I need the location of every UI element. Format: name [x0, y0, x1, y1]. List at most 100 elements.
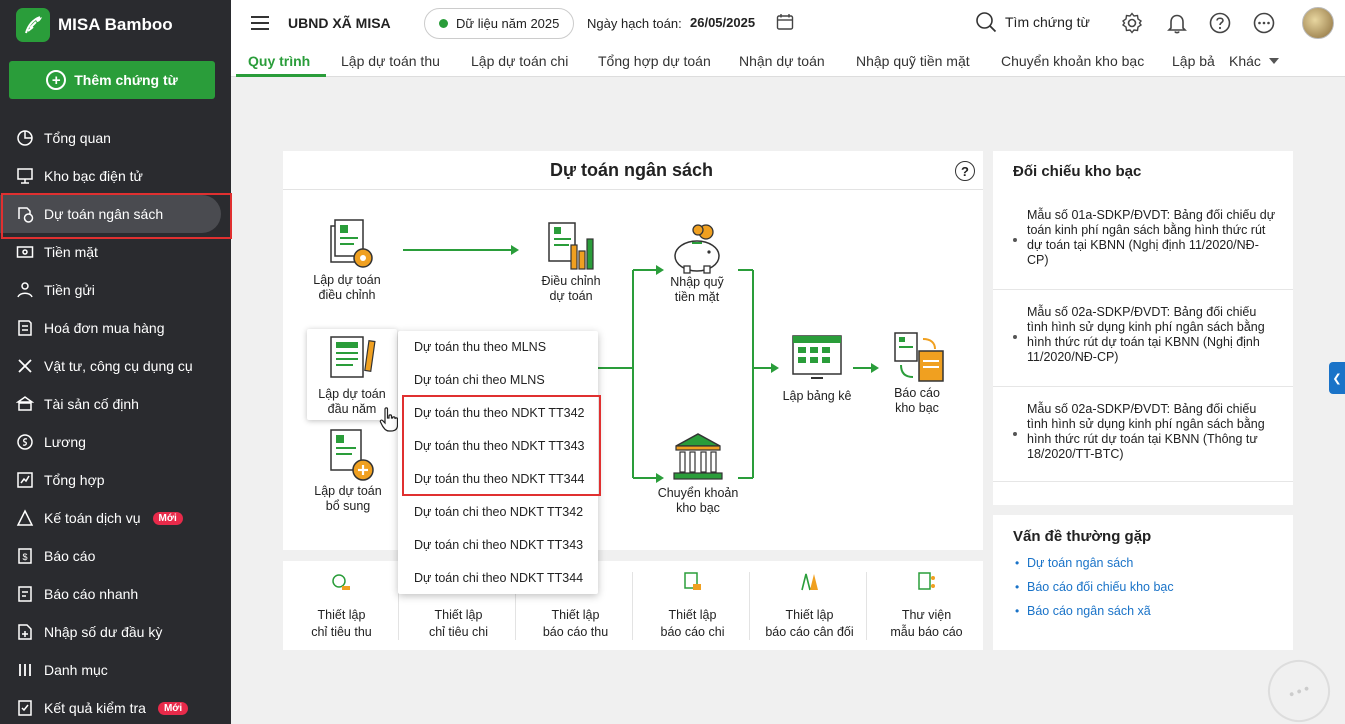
organization-name[interactable]: UBND XÃ MISA: [288, 15, 391, 31]
chevron-down-icon[interactable]: [1269, 57, 1279, 65]
opening-balance-icon: [18, 624, 32, 640]
setup-item[interactable]: Thiết lập báo cáo chi: [634, 570, 751, 641]
service-icon: [16, 509, 34, 526]
tab-6[interactable]: Chuyển khoản kho bạc: [1001, 53, 1144, 69]
page-title: Dự toán ngân sách: [550, 160, 714, 180]
faq-link[interactable]: Dự toán ngân sách: [1027, 556, 1133, 570]
tab-0[interactable]: Quy trình: [248, 53, 310, 69]
sidebar-item-tools[interactable]: Vật tư, công cụ dụng cụ: [0, 347, 231, 385]
tab-8[interactable]: Khác: [1229, 53, 1261, 69]
sidebar-item-pie-chart[interactable]: Tổng quan: [0, 119, 231, 157]
salary-icon: [17, 434, 33, 450]
help-icon[interactable]: [1209, 12, 1231, 34]
sidebar-nav: Tổng quan Kho bạc điện tử Dự toán ngân sác…: [0, 119, 232, 724]
sidebar-item-label: Kết quả kiểm tra: [44, 700, 146, 716]
sidebar-item-report[interactable]: $ Báo cáo: [0, 537, 231, 575]
add-voucher-button[interactable]: + Thêm chứng từ: [9, 61, 215, 99]
recon-divider: [993, 481, 1293, 482]
monitor-icon: [17, 168, 33, 184]
tab-2[interactable]: Lập dự toán chi: [471, 53, 568, 69]
sidebar-item-deposit[interactable]: Tiền gửi: [0, 271, 231, 309]
calendar-icon[interactable]: [776, 13, 794, 31]
app-name: MISA Bamboo: [58, 15, 173, 34]
supplement-plan-label[interactable]: Lập dự toán bổ sung: [303, 484, 393, 514]
sidebar-item-quick-report[interactable]: Báo cáo nhanh: [0, 575, 231, 613]
bullet-icon: •: [1015, 580, 1020, 594]
sidebar-item-monitor[interactable]: Kho bạc điện tử: [0, 157, 231, 195]
sidebar-item-salary[interactable]: Lương: [0, 423, 231, 461]
sidebar-item-catalog[interactable]: Danh mục: [0, 651, 231, 689]
adjust-plan-label[interactable]: Lập dự toán điều chỉnh: [303, 273, 391, 303]
bullet-icon: [1013, 432, 1017, 436]
report-icon: $: [18, 548, 32, 564]
sidebar-item-check-result[interactable]: Kết quả kiểm tra Mới: [0, 689, 231, 724]
tab-1[interactable]: Lập dự toán thu: [341, 53, 440, 69]
menu-icon[interactable]: [251, 15, 269, 31]
tab-4[interactable]: Nhận dự toán: [739, 53, 825, 69]
faq-link[interactable]: Báo cáo đối chiếu kho bạc: [1027, 580, 1174, 594]
statement-sheet-icon[interactable]: [791, 334, 843, 382]
tab-5[interactable]: Nhập quỹ tiền mặt: [856, 53, 970, 69]
transfer-label[interactable]: Chuyển khoản kho bạc: [650, 486, 746, 516]
avatar[interactable]: [1302, 7, 1334, 39]
setup-item-icon: [331, 574, 350, 590]
tab-7[interactable]: Lập bả: [1172, 53, 1215, 69]
recon-report-item[interactable]: Mẫu số 01a-SDKP/ĐVDT: Bảng đối chiếu dự …: [1027, 208, 1277, 268]
gear-icon[interactable]: [1121, 12, 1143, 34]
budget-adjust-icon[interactable]: [545, 221, 597, 271]
sidebar-item-service[interactable]: Kế toán dịch vụ Mới: [0, 499, 231, 537]
recon-report-item[interactable]: Mẫu số 02a-SDKP/ĐVDT: Bảng đối chiếu tìn…: [1027, 402, 1277, 462]
search-vouchers[interactable]: Tìm chứng từ: [975, 11, 1090, 33]
sidebar-item-summary[interactable]: Tổng hợp: [0, 461, 231, 499]
annual-plan-doc-icon: [330, 336, 376, 378]
dropdown-item[interactable]: Dự toán chi theo NDKT TT344: [414, 571, 583, 585]
sidebar-item-label: Tổng quan: [44, 130, 111, 146]
treasury-report-label[interactable]: Báo cáo kho bạc: [872, 386, 962, 416]
sidebar-item-budget[interactable]: Dự toán ngân sách: [0, 193, 232, 239]
app-logo[interactable]: MISA Bamboo: [16, 8, 173, 42]
treasury-bank-icon[interactable]: [672, 432, 724, 482]
quick-report-icon: [18, 586, 32, 602]
cash-in-label[interactable]: Nhập quỹ tiền mặt: [653, 275, 741, 305]
supplement-plan-doc-icon[interactable]: [327, 428, 377, 482]
dropdown-item[interactable]: Dự toán chi theo NDKT TT342: [414, 505, 583, 519]
dropdown-item[interactable]: Dự toán chi theo MLNS: [414, 373, 545, 387]
recon-report-item[interactable]: Mẫu số 02a-SDKP/ĐVDT: Bảng đối chiếu tìn…: [1027, 305, 1277, 365]
statement-label[interactable]: Lập bảng kê: [772, 389, 862, 404]
bullet-icon: •: [1015, 556, 1020, 570]
adjust-plan-doc-icon[interactable]: [327, 218, 375, 270]
more-icon[interactable]: [1253, 12, 1275, 34]
piggy-bank-icon[interactable]: [670, 222, 724, 274]
sidebar-item-opening-balance[interactable]: Nhập số dư đầu kỳ: [0, 613, 231, 651]
module-tabs: Quy trình Lập dự toán thu Lập dự toán chi T…: [231, 46, 1345, 77]
sidebar-item-bank[interactable]: Tài sản cố định: [0, 385, 231, 423]
sidebar-item-label: Báo cáo: [44, 548, 96, 564]
pie-chart-icon: [17, 130, 33, 146]
sidebar-item-invoice[interactable]: Hoá đơn mua hàng: [0, 309, 231, 347]
setup-item-icon: [683, 572, 701, 590]
help-icon[interactable]: ?: [955, 161, 975, 181]
check-result-icon: [18, 700, 32, 716]
bell-icon[interactable]: [1166, 12, 1188, 34]
setup-item[interactable]: Thư viện mẫu báo cáo: [868, 570, 985, 641]
data-year-selector[interactable]: Dữ liệu năm 2025: [424, 8, 575, 39]
treasury-recon-title: Đối chiếu kho bạc: [1013, 163, 1142, 180]
topbar: UBND XÃ MISA Dữ liệu năm 2025 Ngày hạch …: [231, 0, 1345, 46]
sidebar-item-cash[interactable]: Tiền mặt: [0, 233, 231, 271]
bullet-icon: •: [1015, 604, 1020, 618]
add-voucher-label: Thêm chứng từ: [74, 72, 178, 88]
dropdown-item[interactable]: Dự toán thu theo MLNS: [414, 340, 546, 354]
sidebar-item-label: Tài sản cố định: [44, 396, 139, 412]
setup-item[interactable]: Thiết lập báo cáo cân đối: [751, 570, 868, 641]
treasury-report-icon[interactable]: [893, 331, 947, 383]
setup-item-label: Thiết lập chỉ tiêu thu: [311, 608, 372, 639]
setup-item[interactable]: Thiết lập chỉ tiêu thu: [283, 570, 400, 641]
sidebar-item-label: Nhập số dư đầu kỳ: [44, 624, 163, 640]
budget-adjust-label[interactable]: Điều chỉnh dự toán: [527, 274, 615, 304]
sidebar-item-label: Kế toán dịch vụ: [44, 510, 141, 526]
dropdown-item[interactable]: Dự toán chi theo NDKT TT343: [414, 538, 583, 552]
tab-3[interactable]: Tổng hợp dự toán: [598, 53, 711, 69]
posting-date-value[interactable]: 26/05/2025: [690, 15, 755, 30]
faq-link[interactable]: Báo cáo ngân sách xã: [1027, 604, 1151, 618]
chevron-left-icon[interactable]: ❮: [1329, 362, 1345, 394]
